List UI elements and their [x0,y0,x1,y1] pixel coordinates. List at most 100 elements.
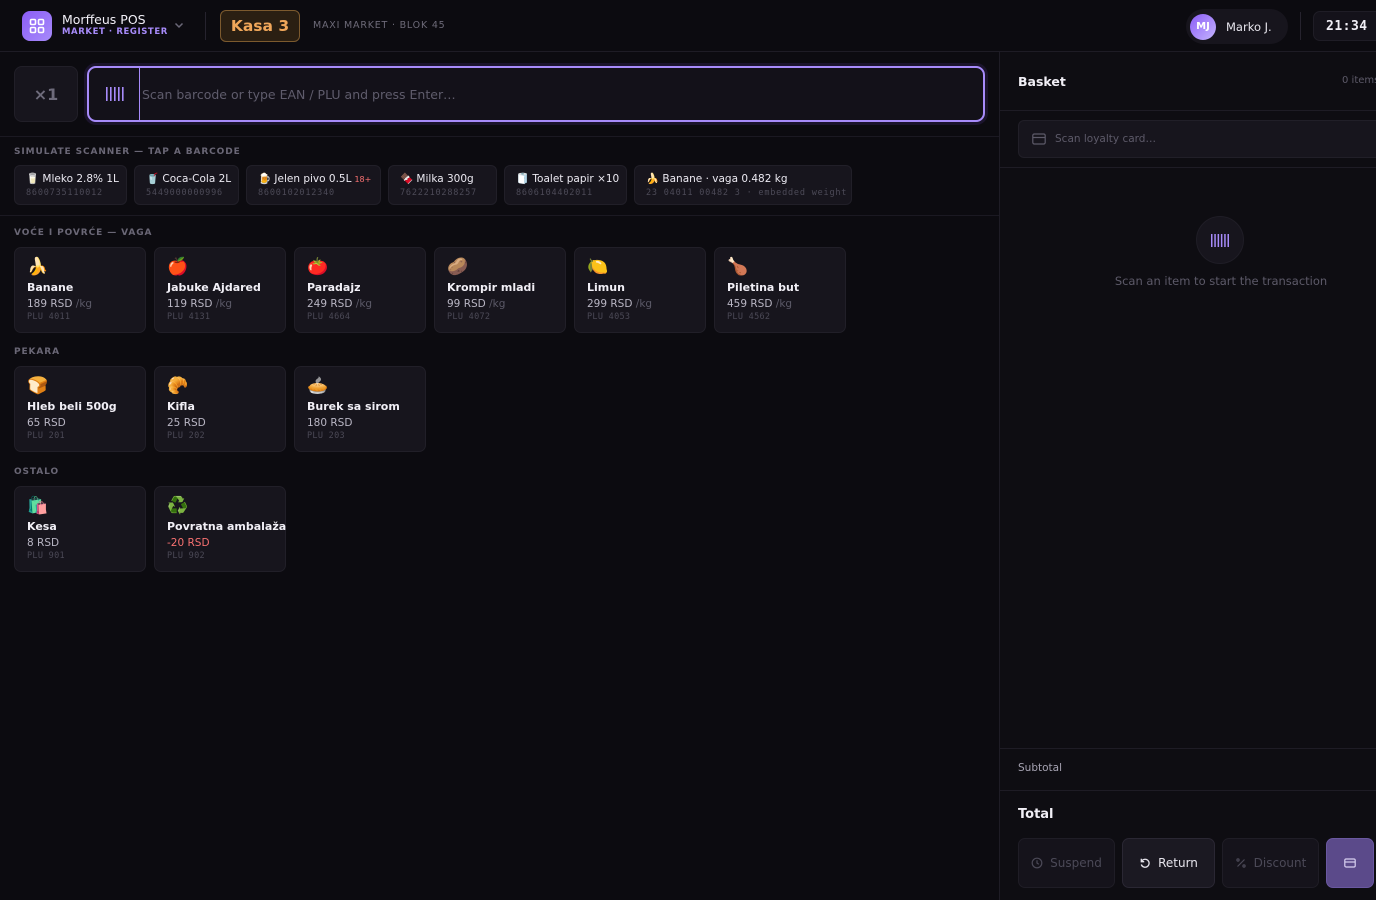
quantity-multiplier[interactable]: ×1 [14,66,78,122]
user-menu[interactable]: MJ Marko J. [1186,9,1288,44]
total-label: Total [1018,807,1054,822]
chip-name: Toalet papir ×10 [532,173,620,185]
product-plu: PLU 4072 [447,312,491,322]
suspend-label: Suspend [1050,856,1102,870]
product-plu: PLU 201 [27,431,65,441]
undo-icon [1140,858,1150,868]
product-tile[interactable]: 🥔 Krompir mladi 99 RSD /kg PLU 4072 [434,247,566,333]
product-tile[interactable]: 🥐 Kifla 25 RSD PLU 202 [154,366,286,452]
product-name: Krompir mladi [447,281,536,294]
banana-icon: 🍌 [646,173,660,185]
chip-code: 7622210288257 [400,188,477,198]
product-price: 299 RSD [587,298,633,310]
scan-field[interactable] [87,66,985,122]
product-price: 459 RSD [727,298,773,310]
subtotal-label: Subtotal [1018,762,1062,774]
product-name: Hleb beli 500g [27,400,117,413]
price-unit: /kg [355,298,373,310]
chip-code: 8606104402011 [516,188,593,198]
product-price: 119 RSD [167,298,213,310]
product-price: 180 RSD [307,417,353,429]
product-tile[interactable]: 🥧 Burek sa sirom 180 RSD PLU 203 [294,366,426,452]
product-grid: 🛍️ Kesa 8 RSD PLU 901 ♻️ Povratna ambala… [14,486,286,572]
divider [1000,790,1376,791]
app-name: Morffeus POS [62,12,146,27]
product-name: Kifla [167,400,195,413]
sim-chip[interactable]: 🥤 Coca-Cola 2L 5449000000996 [134,165,239,205]
product-tile[interactable]: 🍞 Hleb beli 500g 65 RSD PLU 201 [14,366,146,452]
product-price: 65 RSD [27,417,66,429]
sim-chip[interactable]: 🍌 Banane · vaga 0.482 kg 23 04011 00482 … [634,165,852,205]
sim-chip[interactable]: 🍫 Milka 300g 7622210288257 [388,165,497,205]
product-tile[interactable]: 🍗 Piletina but 459 RSD /kg PLU 4562 [714,247,846,333]
product-plu: PLU 4131 [167,312,211,322]
shopping-bag-icon: 🛍️ [27,496,49,516]
loyalty-field[interactable] [1018,120,1376,158]
user-name: Marko J. [1226,19,1272,34]
divider [0,215,999,216]
pay-button[interactable] [1326,838,1374,888]
product-tile[interactable]: ♻️ Povratna ambalaža -20 RSD PLU 902 [154,486,286,572]
divider [0,136,999,137]
product-plu: PLU 4664 [307,312,351,322]
product-price: 189 RSD [27,298,73,310]
register-badge[interactable]: Kasa 3 [220,10,300,42]
chip-name: Jelen pivo 0.5L [274,173,352,185]
bread-icon: 🍞 [27,376,49,396]
card-icon [1032,133,1046,145]
sim-chip[interactable]: 🥛 Mleko 2.8% 1L 8600735110012 [14,165,127,205]
apple-icon: 🍎 [167,257,189,277]
product-price: 249 RSD [307,298,353,310]
category-label: PEKARA [14,347,60,357]
chip-code: 8600735110012 [26,188,103,198]
divider [1000,167,1376,168]
discount-button[interactable]: Discount [1222,838,1319,888]
chip-code: 8600102012340 [258,188,335,198]
toilet-paper-icon: 🧻 [516,173,530,185]
divider [1000,748,1376,749]
product-plu: PLU 4011 [27,312,71,322]
return-button[interactable]: Return [1122,838,1215,888]
product-tile[interactable]: 🛍️ Kesa 8 RSD PLU 901 [14,486,146,572]
divider [1000,110,1376,111]
price-unit: /kg [635,298,653,310]
product-plu: PLU 202 [167,431,205,441]
product-tile[interactable]: 🍌 Banane 189 RSD /kg PLU 4011 [14,247,146,333]
basket-item-count: 0 items [1342,75,1376,86]
card-icon [1344,858,1356,868]
product-name: Kesa [27,520,57,533]
simulate-label: SIMULATE SCANNER — TAP A BARCODE [14,147,241,157]
chicken-leg-icon: 🍗 [727,257,749,277]
price-unit: /kg [215,298,233,310]
suspend-button[interactable]: Suspend [1018,838,1115,888]
potato-icon: 🥔 [447,257,469,277]
product-tile[interactable]: 🍅 Paradajz 249 RSD /kg PLU 4664 [294,247,426,333]
header-divider [1300,12,1301,40]
product-price: -20 RSD [167,537,210,549]
beer-icon: 🍺 [258,173,272,185]
product-grid: 🍞 Hleb beli 500g 65 RSD PLU 201 🥐 Kifla … [14,366,426,452]
chevron-down-icon[interactable] [172,18,186,32]
top-bar: Morffeus POS MARKET · REGISTER Kasa 3 MA… [0,0,1376,52]
sim-chip[interactable]: 🍺 Jelen pivo 0.5L 18+ 8600102012340 [246,165,381,205]
product-tile[interactable]: 🍋 Limun 299 RSD /kg PLU 4053 [574,247,706,333]
product-name: Burek sa sirom [307,400,400,413]
percent-icon [1235,858,1246,868]
sim-chip[interactable]: 🧻 Toalet papir ×10 8606104402011 [504,165,627,205]
barcode-icon [106,87,124,101]
product-name: Jabuke Ajdared [167,281,261,294]
product-plu: PLU 901 [27,551,65,561]
barcode-icon [1211,233,1229,247]
app-grid-icon[interactable] [22,11,52,41]
product-grid: 🍌 Banane 189 RSD /kg PLU 4011 🍎 Jabuke A… [14,247,846,333]
empty-basket-text: Scan an item to start the transaction [1114,274,1328,288]
product-panel: ×1 SIMULATE SCANNER — TAP A BARCODE 🥛 Ml… [0,52,999,900]
avatar: MJ [1190,13,1216,40]
product-tile[interactable]: 🍎 Jabuke Ajdared 119 RSD /kg PLU 4131 [154,247,286,333]
basket-actions: Suspend Return Discount [1018,838,1374,888]
chip-code: 23 04011 00482 3 · embedded weight [646,188,848,198]
product-name: Povratna ambalaža [167,520,287,533]
clock: 21:34 [1313,11,1376,41]
loyalty-input[interactable] [1055,133,1376,145]
scan-input[interactable] [139,68,983,120]
